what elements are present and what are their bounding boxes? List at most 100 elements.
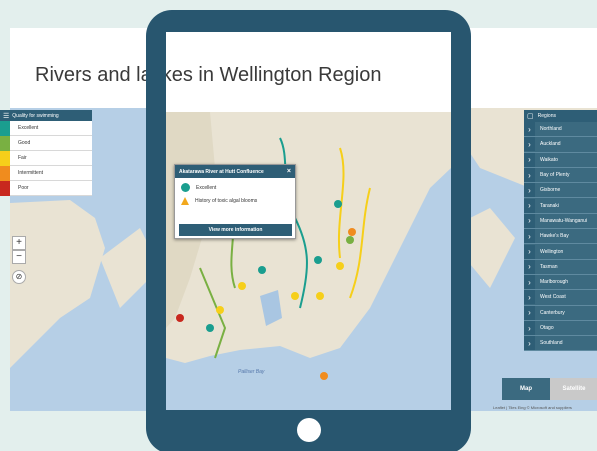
popup-status-row: Excellent: [175, 178, 295, 192]
chevron-right-icon: ›: [524, 244, 535, 259]
chevron-right-icon: ›: [524, 305, 535, 320]
region-label: Tasman: [540, 263, 558, 270]
legend-label: Good: [18, 140, 31, 146]
region-label: West Coast: [540, 294, 566, 301]
legend-item-excellent: Excellent: [0, 120, 92, 136]
regions-panel: ▢ Regions › Northland › Auckland › Waikato › Ba…: [524, 110, 597, 352]
chevron-right-icon: ›: [524, 229, 535, 244]
legend-header: ☰ Quality for swimming: [0, 110, 92, 121]
popup-warning-row: History of toxic algal blooms: [175, 192, 295, 205]
site-marker: [176, 314, 184, 322]
swatch-excellent: [0, 120, 10, 136]
popup-header: Akatarawa River at Hutt Confluence ×: [175, 165, 295, 178]
region-map-icon: ▢: [527, 113, 534, 120]
popup-status-label: Excellent: [196, 184, 217, 191]
region-label: Wellington: [540, 248, 564, 255]
legend-item-good: Good: [0, 135, 92, 151]
chevron-right-icon: ›: [524, 198, 535, 213]
map-view-button[interactable]: Map: [502, 378, 550, 400]
region-label: Bay of Plenty: [540, 172, 570, 179]
site-marker: [336, 262, 344, 270]
region-label: Gisborne: [540, 187, 561, 194]
region-item[interactable]: › Gisborne: [524, 183, 597, 199]
legend-title: Quality for swimming: [12, 112, 59, 119]
site-marker: [314, 256, 322, 264]
list-icon: ☰: [3, 112, 10, 120]
chevron-right-icon: ›: [524, 168, 535, 183]
legend-label: Excellent: [18, 125, 39, 131]
chevron-right-icon: ›: [524, 259, 535, 274]
region-label: Southland: [540, 340, 563, 347]
site-marker: [348, 228, 356, 236]
site-marker: [334, 200, 342, 208]
south-island-land: [10, 200, 105, 368]
site-marker: [258, 266, 266, 274]
region-list: › Northland › Auckland › Waikato › Bay of Plent…: [524, 122, 597, 352]
site-marker: [320, 372, 328, 380]
popup-title: Akatarawa River at Hutt Confluence: [179, 168, 264, 175]
region-label: Marlborough: [540, 279, 569, 286]
chevron-right-icon: ›: [524, 290, 535, 305]
tablet-home-button[interactable]: [297, 418, 321, 442]
site-marker: [216, 306, 224, 314]
view-more-information-button[interactable]: View more information: [179, 224, 292, 236]
zoom-in-button[interactable]: +: [12, 236, 26, 250]
region-item[interactable]: › Southland: [524, 336, 597, 352]
legend-label: Intermittent: [18, 170, 44, 176]
region-label: Hawke's Bay: [540, 233, 569, 240]
chevron-right-icon: ›: [524, 321, 535, 335]
region-label: Otago: [540, 325, 554, 331]
site-marker: [346, 236, 354, 244]
site-info-popup: Akatarawa River at Hutt Confluence × Exc…: [174, 164, 296, 239]
region-label: Waikato: [540, 156, 558, 163]
legend-item-fair: Fair: [0, 150, 92, 166]
region-label: Taranaki: [540, 202, 559, 209]
region-item[interactable]: › Waikato: [524, 152, 597, 168]
region-label: Manawatu-Wanganui: [540, 217, 588, 224]
region-item[interactable]: › Hawke's Bay: [524, 229, 597, 245]
regions-header: ▢ Regions: [524, 110, 597, 122]
chevron-right-icon: ›: [524, 122, 535, 137]
close-icon[interactable]: ×: [287, 168, 291, 175]
satellite-view-button[interactable]: Satellite: [550, 378, 597, 400]
chevron-right-icon: ›: [524, 275, 535, 290]
region-label: Canterbury: [540, 309, 565, 316]
legend-label: Poor: [18, 185, 29, 191]
chevron-right-icon: ›: [524, 183, 535, 198]
legend-item-intermittent: Intermittent: [0, 165, 92, 181]
region-item[interactable]: › Manawatu-Wanganui: [524, 213, 597, 230]
swatch-intermittent: [0, 165, 10, 181]
swatch-fair: [0, 150, 10, 166]
site-marker: [206, 324, 214, 332]
map-type-toggle: Map Satellite: [502, 378, 597, 400]
chevron-right-icon: ›: [524, 213, 535, 228]
region-item[interactable]: › Auckland: [524, 137, 597, 153]
region-item[interactable]: › Canterbury: [524, 305, 597, 321]
region-item[interactable]: › Bay of Plenty: [524, 167, 597, 184]
chevron-right-icon: ›: [524, 152, 535, 167]
swimming-quality-legend: ☰ Quality for swimming Excellent Good Fa…: [0, 110, 92, 196]
region-item[interactable]: › Northland: [524, 122, 597, 138]
legend-item-poor: Poor: [0, 180, 92, 196]
site-marker: [291, 292, 299, 300]
region-item[interactable]: › West Coast: [524, 290, 597, 306]
chevron-right-icon: ›: [524, 336, 535, 351]
region-item[interactable]: › Tasman: [524, 259, 597, 275]
site-marker: [316, 292, 324, 300]
region-label: Auckland: [540, 141, 561, 148]
site-marker: [238, 282, 246, 290]
locate-icon[interactable]: ⊘: [12, 270, 26, 284]
palliser-bay-label: Palliser Bay: [238, 369, 265, 375]
swatch-poor: [0, 180, 10, 196]
chevron-right-icon: ›: [524, 137, 535, 152]
region-item[interactable]: › Taranaki: [524, 198, 597, 214]
tablet-page-title: Rivers and lakes in Wellington Region: [166, 64, 382, 86]
legend-label: Fair: [18, 155, 27, 161]
region-item[interactable]: › Otago: [524, 320, 597, 337]
region-item[interactable]: › Wellington: [524, 244, 597, 260]
region-item[interactable]: › Marlborough: [524, 274, 597, 291]
map-attribution: Leaflet | Tiles Eing © Microsoft and sup…: [493, 405, 572, 410]
warning-icon: [181, 197, 189, 205]
excellent-status-icon: [181, 183, 190, 192]
zoom-out-button[interactable]: −: [12, 250, 26, 264]
